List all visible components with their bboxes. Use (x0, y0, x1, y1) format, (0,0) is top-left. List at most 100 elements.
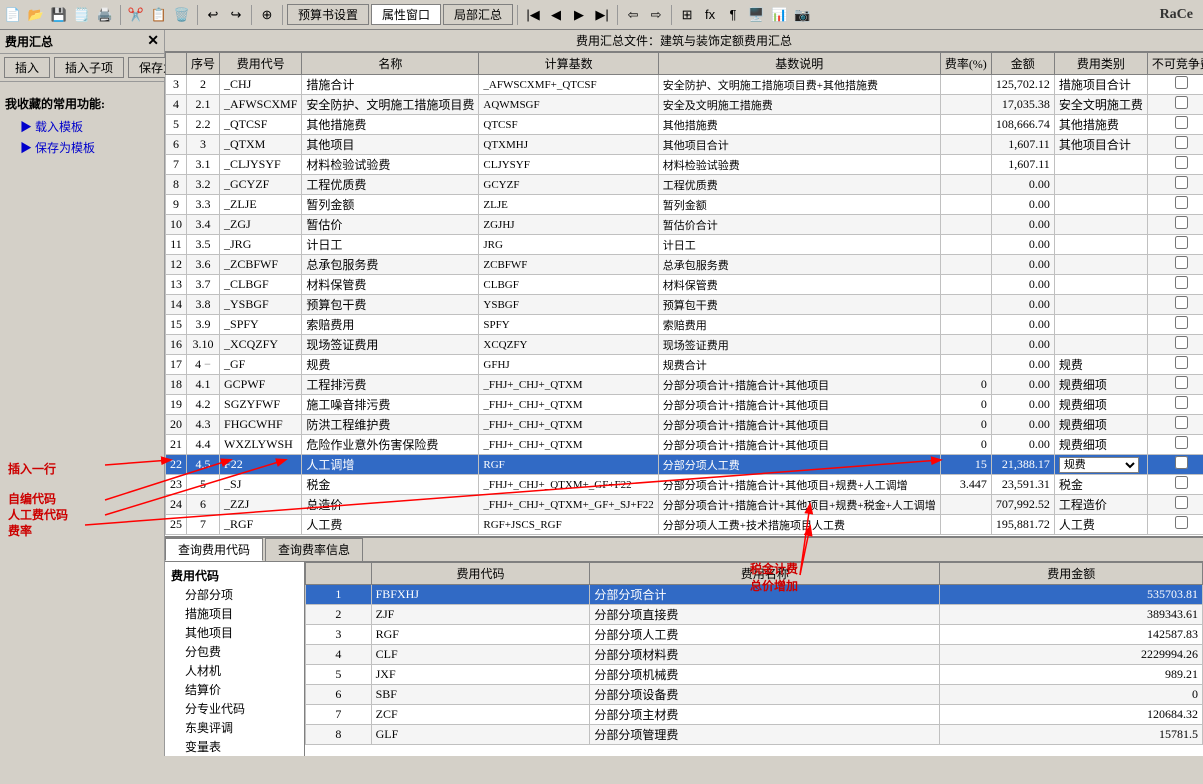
check-input[interactable] (1175, 256, 1188, 269)
misc-btn5[interactable]: 📊 (768, 4, 790, 26)
check-input[interactable] (1175, 236, 1188, 249)
next-button[interactable]: ▶ (568, 4, 590, 26)
cell-code[interactable]: _ZZJ (220, 495, 302, 515)
cell-code[interactable]: _QTCSF (220, 115, 302, 135)
cell-check[interactable] (1147, 455, 1203, 475)
table-row[interactable]: 16 3.10 _XCQZFY 现场签证费用 XCQZFY 现场签证费用 0.0… (166, 335, 1203, 355)
cell-code[interactable]: _JRG (220, 235, 302, 255)
check-input[interactable] (1175, 156, 1188, 169)
check-input[interactable] (1175, 496, 1188, 509)
cell-code[interactable]: _CLJYSYF (220, 155, 302, 175)
tab-query-rate[interactable]: 查询费率信息 (265, 538, 363, 561)
cell-code[interactable]: GCPWF (220, 375, 302, 395)
cell-code[interactable]: _GCYZF (220, 175, 302, 195)
bottom-table-row[interactable]: 8 GLF 分部分项管理费 15781.5 (306, 725, 1203, 745)
cell-code[interactable]: _SJ (220, 475, 302, 495)
type-select[interactable]: 规费 (1059, 457, 1139, 473)
table-row[interactable]: 10 3.4 _ZGJ 暂估价 ZGJHJ 暂估价合计 0.00 (166, 215, 1203, 235)
action-btn1[interactable]: ⊕ (256, 4, 278, 26)
check-input[interactable] (1175, 176, 1188, 189)
table-row[interactable]: 4 2.1 _AFWSCXMF 安全防护、文明施工措施项目费 AQWMSGF 安… (166, 95, 1203, 115)
check-input[interactable] (1175, 516, 1188, 529)
cell-check[interactable] (1147, 475, 1203, 495)
misc-btn4[interactable]: 🖥️ (745, 4, 767, 26)
check-input[interactable] (1175, 356, 1188, 369)
cell-code[interactable]: _QTXM (220, 135, 302, 155)
cell-check[interactable] (1147, 215, 1203, 235)
cell-check[interactable] (1147, 355, 1203, 375)
bottom-table-area[interactable]: 费用代码 费用名称 费用金额 1 FBFXHJ 分部分项合计 535703.81… (305, 562, 1203, 756)
misc-btn2[interactable]: fx (699, 4, 721, 26)
check-input[interactable] (1175, 376, 1188, 389)
tree-item[interactable]: 措施项目 (169, 604, 300, 623)
cell-code[interactable]: F22 (220, 455, 302, 475)
table-row[interactable]: 9 3.3 _ZLJE 暂列金额 ZLJE 暂列金额 0.00 (166, 195, 1203, 215)
bottom-table-row[interactable]: 1 FBFXHJ 分部分项合计 535703.81 (306, 585, 1203, 605)
bottom-table-row[interactable]: 3 RGF 分部分项人工费 142587.83 (306, 625, 1203, 645)
cell-type[interactable]: 规费 (1054, 455, 1147, 475)
copy-button[interactable]: 📋 (148, 4, 170, 26)
open-button[interactable]: 📂 (25, 4, 47, 26)
insert-button[interactable]: 插入 (4, 57, 50, 78)
check-input[interactable] (1175, 456, 1188, 469)
cell-check[interactable] (1147, 235, 1203, 255)
tree-item[interactable]: 分部分项 (169, 585, 300, 604)
cell-check[interactable] (1147, 95, 1203, 115)
last-button[interactable]: ▶| (591, 4, 613, 26)
check-input[interactable] (1175, 336, 1188, 349)
undo-button[interactable]: ↩ (202, 4, 224, 26)
table-row[interactable]: 22 4.5 F22 人工调增 RGF 分部分项人工费 15 21,388.17… (166, 455, 1203, 475)
table-row[interactable]: 12 3.6 _ZCBFWF 总承包服务费 ZCBFWF 总承包服务费 0.00 (166, 255, 1203, 275)
props-window-button[interactable]: 属性窗口 (371, 4, 441, 25)
table-row[interactable]: 14 3.8 _YSBGF 预算包干费 YSBGF 预算包干费 0.00 (166, 295, 1203, 315)
table-row[interactable]: 17 4 − _GF 规费 GFHJ 规费合计 0.00 规费 (166, 355, 1203, 375)
more-btn1[interactable]: ⇦ (622, 4, 644, 26)
cell-check[interactable] (1147, 435, 1203, 455)
table-row[interactable]: 7 3.1 _CLJYSYF 材料检验试验费 CLJYSYF 材料检验试验费 1… (166, 155, 1203, 175)
print-button[interactable]: 🖨️ (94, 4, 116, 26)
tree-item[interactable]: 变量表 (169, 737, 300, 756)
save-button[interactable]: 💾 (48, 4, 70, 26)
table-row[interactable]: 11 3.5 _JRG 计日工 JRG 计日工 0.00 (166, 235, 1203, 255)
misc-btn6[interactable]: 📷 (791, 4, 813, 26)
check-input[interactable] (1175, 296, 1188, 309)
save2-button[interactable]: 🗒️ (71, 4, 93, 26)
load-template-link[interactable]: 载入模板 (5, 116, 159, 137)
table-row[interactable]: 6 3 _QTXM 其他项目 QTXMHJ 其他项目合计 1,607.11 其他… (166, 135, 1203, 155)
cell-code[interactable]: _CHJ (220, 75, 302, 95)
cell-code[interactable]: _GF (220, 355, 302, 375)
cell-check[interactable] (1147, 275, 1203, 295)
check-input[interactable] (1175, 76, 1188, 89)
cell-check[interactable] (1147, 255, 1203, 275)
table-row[interactable]: 15 3.9 _SPFY 索赔费用 SPFY 索赔费用 0.00 (166, 315, 1203, 335)
cell-code[interactable]: WXZLYWSH (220, 435, 302, 455)
cell-check[interactable] (1147, 175, 1203, 195)
cell-code[interactable]: _SPFY (220, 315, 302, 335)
cell-check[interactable] (1147, 495, 1203, 515)
redo-button[interactable]: ↪ (225, 4, 247, 26)
tab-query-code[interactable]: 查询费用代码 (165, 538, 263, 561)
misc-btn1[interactable]: ⊞ (676, 4, 698, 26)
cell-check[interactable] (1147, 335, 1203, 355)
table-row[interactable]: 5 2.2 _QTCSF 其他措施费 QTCSF 其他措施费 108,666.7… (166, 115, 1203, 135)
budget-settings-button[interactable]: 预算书设置 (287, 4, 369, 25)
bottom-table-row[interactable]: 5 JXF 分部分项机械费 989.21 (306, 665, 1203, 685)
cell-check[interactable] (1147, 395, 1203, 415)
check-input[interactable] (1175, 416, 1188, 429)
bottom-table-row[interactable]: 2 ZJF 分部分项直接费 389343.61 (306, 605, 1203, 625)
first-button[interactable]: |◀ (522, 4, 544, 26)
cell-code[interactable]: FHGCWHF (220, 415, 302, 435)
tree-item[interactable]: 结算价 (169, 680, 300, 699)
tree-item[interactable]: 其他项目 (169, 623, 300, 642)
table-row[interactable]: 21 4.4 WXZLYWSH 危险作业意外伤害保险费 _FHJ+_CHJ+_Q… (166, 435, 1203, 455)
prev-button[interactable]: ◀ (545, 4, 567, 26)
cell-check[interactable] (1147, 155, 1203, 175)
bottom-table-row[interactable]: 6 SBF 分部分项设备费 0 (306, 685, 1203, 705)
table-row[interactable]: 3 2 _CHJ 措施合计 _AFWSCXMF+_QTCSF 安全防护、文明施工… (166, 75, 1203, 95)
local-summary-button[interactable]: 局部汇总 (443, 4, 513, 25)
cell-check[interactable] (1147, 415, 1203, 435)
cell-code[interactable]: _XCQZFY (220, 335, 302, 355)
cell-code[interactable]: _ZGJ (220, 215, 302, 235)
delete-button[interactable]: 🗑️ (171, 4, 193, 26)
cell-code[interactable]: _CLBGF (220, 275, 302, 295)
